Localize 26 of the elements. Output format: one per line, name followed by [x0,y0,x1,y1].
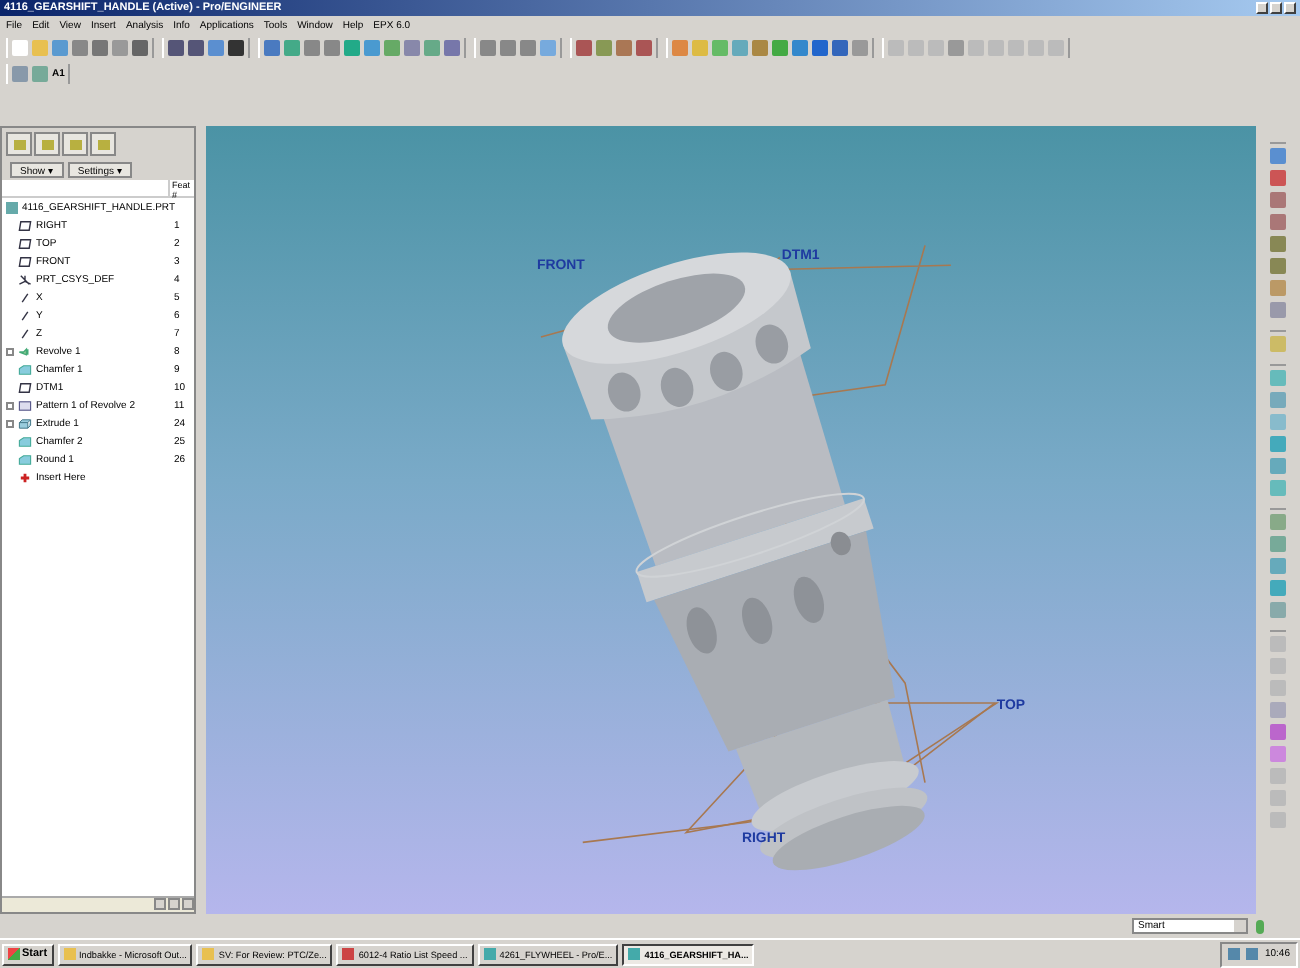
horizontal-scrollbar[interactable] [2,896,194,912]
panel-tab[interactable] [34,132,60,156]
insert-marker-icon [18,471,32,483]
panel-tab[interactable] [6,132,32,156]
app-icon [628,948,641,960]
feature-icon [18,363,32,375]
app-icon [63,948,76,960]
app-icon [202,948,215,960]
status-light-icon [1256,919,1264,933]
expand-icon[interactable] [6,419,14,427]
coordinate-system-icon [18,273,32,285]
app-icon [483,948,496,960]
part-icon [6,201,18,213]
extrude-icon [18,417,32,429]
maximize-button[interactable] [1270,2,1282,14]
minimize-button[interactable] [1256,2,1268,14]
app-icon [342,948,355,960]
pattern-icon [18,399,32,411]
revolve-icon [18,345,32,357]
panel-tab[interactable] [90,132,116,156]
datum-plane-icon [18,381,32,393]
expand-icon[interactable] [6,401,14,409]
panel-tab[interactable] [62,132,88,156]
expand-icon[interactable] [6,347,14,355]
windows-logo-icon [8,948,20,960]
close-button[interactable] [1284,2,1296,14]
